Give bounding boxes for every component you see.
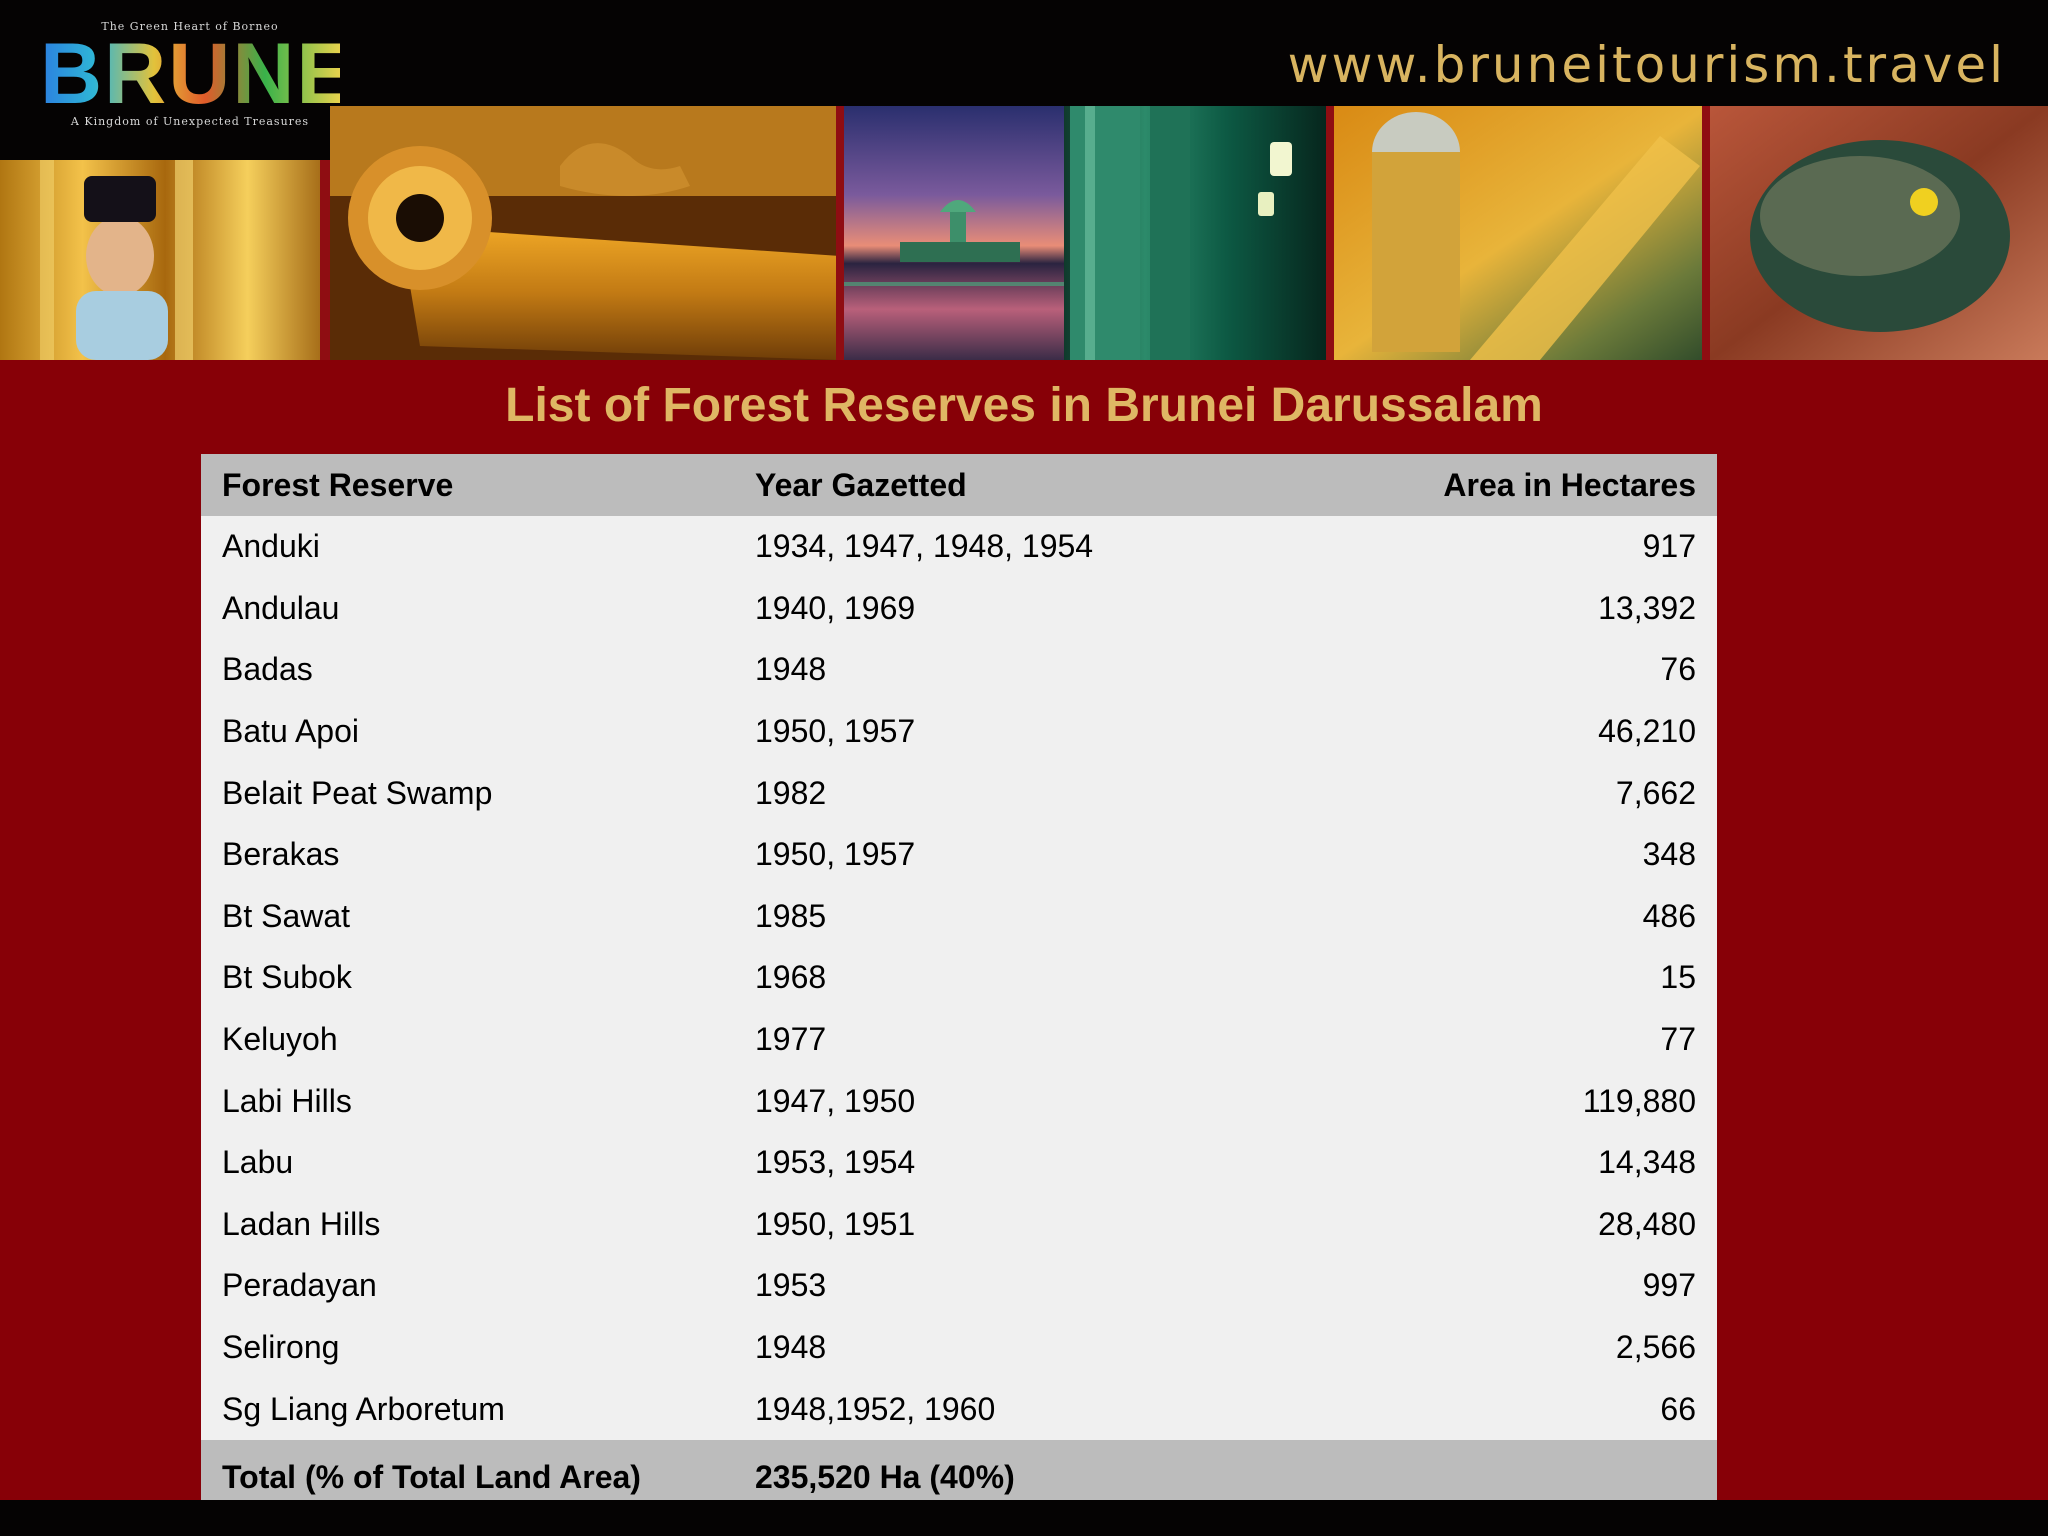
cell-year-gazetted: 1950, 1951 bbox=[755, 1205, 916, 1242]
cell-forest-reserve: Selirong bbox=[222, 1329, 340, 1366]
cell-area-hectares: 486 bbox=[1642, 897, 1696, 934]
cell-forest-reserve: Belait Peat Swamp bbox=[222, 774, 493, 811]
brass-cannon-photo bbox=[330, 106, 844, 360]
table-row: Badas 1948 76 bbox=[201, 639, 1717, 701]
cell-year-gazetted: 1948 bbox=[755, 1329, 827, 1366]
cell-area-hectares: 14,348 bbox=[1598, 1144, 1696, 1181]
cell-area-hectares: 46,210 bbox=[1598, 713, 1696, 750]
website-url[interactable]: www.bruneitourism.travel bbox=[1288, 36, 2006, 94]
cell-forest-reserve: Batu Apoi bbox=[222, 713, 359, 750]
cell-area-hectares: 7,662 bbox=[1615, 774, 1696, 811]
cell-area-hectares: 348 bbox=[1642, 836, 1696, 873]
table-body: Anduki 1934, 1947, 1948, 1954 917 Andulau 19… bbox=[201, 516, 1717, 1440]
cell-forest-reserve: Bt Sawat bbox=[222, 897, 351, 934]
table-row: Anduki 1934, 1947, 1948, 1954 917 bbox=[201, 516, 1717, 578]
golden-songket-fabric-photo bbox=[1334, 106, 1710, 360]
forest-reserves-table: Forest Reserve Year Gazetted Area in Hec… bbox=[201, 454, 1717, 1515]
cell-area-hectares: 2,566 bbox=[1615, 1329, 1696, 1366]
cell-year-gazetted: 1947, 1950 bbox=[755, 1082, 916, 1119]
table-row: Labu 1953, 1954 14,348 bbox=[201, 1131, 1717, 1194]
cell-area-hectares: 77 bbox=[1660, 1021, 1696, 1058]
table-row: Bt Sawat 1985 486 bbox=[201, 885, 1717, 948]
cell-year-gazetted: 1953, 1954 bbox=[755, 1144, 916, 1181]
cell-forest-reserve: Keluyoh bbox=[222, 1021, 338, 1058]
cell-forest-reserve: Sg Liang Arboretum bbox=[222, 1390, 505, 1427]
cell-forest-reserve: Berakas bbox=[222, 836, 340, 873]
logo-tagline-bottom: A Kingdom of Unexpected Treasures bbox=[70, 115, 310, 128]
header-area-hectares: Area in Hectares bbox=[1443, 466, 1696, 503]
table-row: Batu Apoi 1950, 1957 46,210 bbox=[201, 700, 1717, 763]
cell-area-hectares: 76 bbox=[1660, 651, 1696, 688]
mosque-at-sunset-photo bbox=[844, 106, 1064, 360]
header-year-gazetted: Year Gazetted bbox=[755, 466, 967, 503]
table-row: Andulau 1940, 1969 13,392 bbox=[201, 577, 1717, 640]
rock-with-yellow-flower-photo bbox=[1710, 106, 2048, 360]
cell-area-hectares: 119,880 bbox=[1582, 1082, 1696, 1119]
cell-year-gazetted: 1940, 1969 bbox=[755, 589, 916, 626]
table-row: Labi Hills 1947, 1950 119,880 bbox=[201, 1070, 1717, 1132]
table-row: Ladan Hills 1950, 1951 28,480 bbox=[201, 1193, 1717, 1256]
cell-year-gazetted: 1953 bbox=[755, 1267, 827, 1304]
cell-year-gazetted: 1948,1952, 1960 bbox=[755, 1390, 996, 1427]
header-forest-reserve: Forest Reserve bbox=[222, 466, 454, 503]
table-row: Keluyoh 1977 77 bbox=[201, 1008, 1717, 1071]
table-row: Bt Subok 1968 15 bbox=[201, 947, 1717, 1009]
cell-year-gazetted: 1982 bbox=[755, 774, 827, 811]
cell-year-gazetted: 1985 bbox=[755, 897, 827, 934]
cell-area-hectares: 15 bbox=[1660, 959, 1696, 996]
cell-year-gazetted: 1968 bbox=[755, 959, 827, 996]
cell-forest-reserve: Anduki bbox=[222, 528, 320, 565]
cell-forest-reserve: Peradayan bbox=[222, 1267, 377, 1304]
cell-year-gazetted: 1950, 1957 bbox=[755, 836, 916, 873]
table-row: Berakas 1950, 1957 348 bbox=[201, 823, 1717, 886]
cell-forest-reserve: Labi Hills bbox=[222, 1082, 352, 1119]
table-row: Sg Liang Arboretum 1948,1952, 1960 66 bbox=[201, 1378, 1717, 1440]
cell-forest-reserve: Labu bbox=[222, 1144, 294, 1181]
cell-forest-reserve: Ladan Hills bbox=[222, 1205, 381, 1242]
cell-forest-reserve: Andulau bbox=[222, 589, 340, 626]
table-row: Selirong 1948 2,566 bbox=[201, 1316, 1717, 1379]
cell-area-hectares: 66 bbox=[1660, 1390, 1696, 1427]
brunei-logo[interactable]: The Green Heart of Borneo BRUNEI A Kingd… bbox=[40, 20, 382, 140]
cell-year-gazetted: 1977 bbox=[755, 1021, 827, 1058]
cell-year-gazetted: 1948 bbox=[755, 651, 827, 688]
cell-forest-reserve: Badas bbox=[222, 651, 313, 688]
cell-year-gazetted: 1950, 1957 bbox=[755, 713, 916, 750]
cell-area-hectares: 917 bbox=[1642, 528, 1696, 565]
table-header-row: Forest Reserve Year Gazetted Area in Hec… bbox=[201, 454, 1717, 516]
green-columns-lantern-photo bbox=[1064, 106, 1334, 360]
cell-year-gazetted: 1934, 1947, 1948, 1954 bbox=[755, 528, 1094, 565]
cell-area-hectares: 997 bbox=[1642, 1267, 1696, 1304]
table-row: Belait Peat Swamp 1982 7,662 bbox=[201, 762, 1717, 824]
table-row: Peradayan 1953 997 bbox=[201, 1255, 1717, 1317]
cell-area-hectares: 13,392 bbox=[1598, 589, 1696, 626]
slide-title: List of Forest Reserves in Brunei Daruss… bbox=[505, 379, 1543, 432]
cell-forest-reserve: Bt Subok bbox=[222, 959, 352, 996]
footer-bar bbox=[0, 1500, 2048, 1536]
cell-area-hectares: 28,480 bbox=[1598, 1205, 1696, 1242]
logo-wordmark: BRUNEI bbox=[40, 26, 382, 122]
